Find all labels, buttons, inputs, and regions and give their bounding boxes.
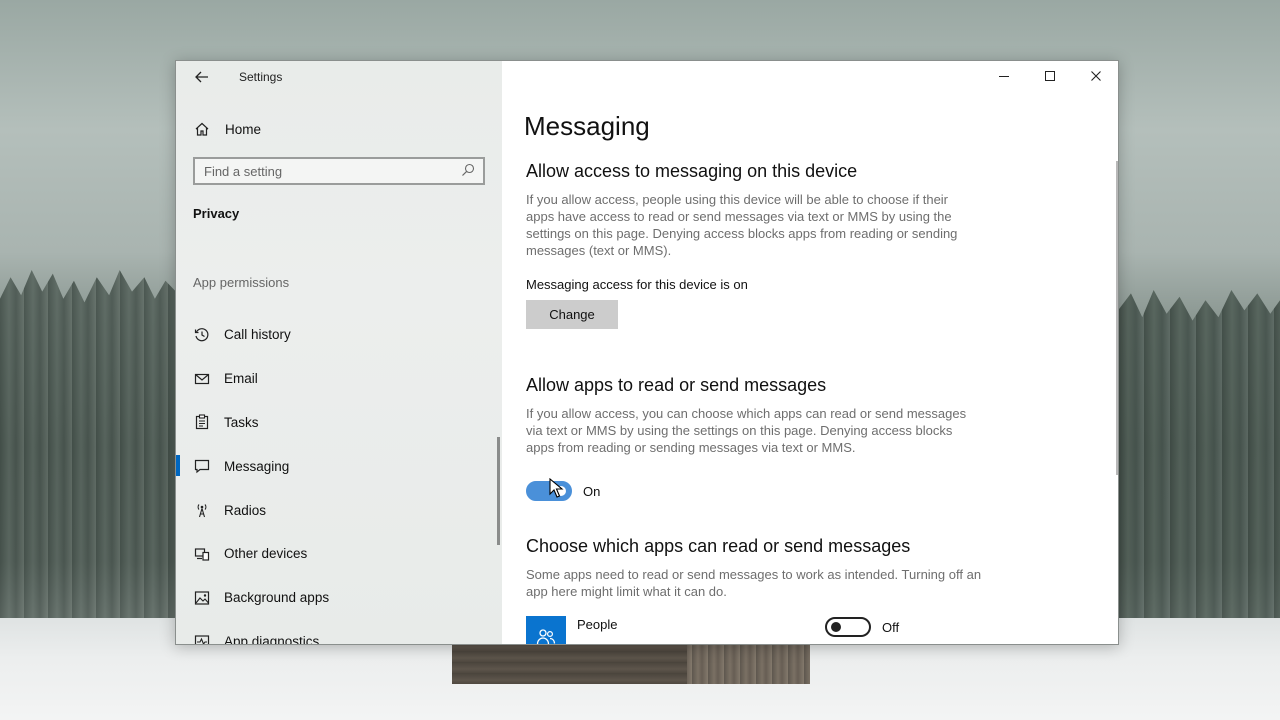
change-button[interactable]: Change (526, 300, 618, 329)
sidebar-item-call-history[interactable]: Call history (176, 313, 502, 357)
arrow-left-icon (195, 71, 208, 83)
page-title: Messaging (524, 111, 650, 141)
apps-access-heading: Allow apps to read or send messages (526, 375, 827, 395)
apps-access-description: If you allow access, you can choose whic… (526, 406, 967, 455)
home-icon (192, 119, 212, 139)
sidebar-scrollbar[interactable] (497, 437, 500, 545)
device-access-heading: Allow access to messaging on this device (526, 161, 858, 181)
search-icon[interactable] (461, 163, 477, 179)
sidebar-item-label: Messaging (224, 458, 290, 474)
sidebar-item-app-diagnostics[interactable]: App diagnostics (176, 620, 502, 645)
sidebar-item-radios[interactable]: Radios (176, 488, 502, 532)
sidebar-item-label: Call history (224, 327, 291, 343)
desktop-cabin-shadow (452, 640, 687, 684)
sidebar-item-label: App diagnostics (224, 633, 320, 645)
sidebar-item-label: Tasks (224, 414, 259, 430)
content-scrollbar[interactable] (1116, 161, 1118, 475)
close-button[interactable] (1073, 61, 1118, 91)
nav-list: Call history Email Tasks Messaging Radio… (176, 313, 502, 645)
device-access-status: Messaging access for this device is on (526, 277, 748, 292)
mouse-cursor-icon (549, 478, 564, 498)
search-box[interactable] (193, 157, 485, 185)
antenna-icon (192, 500, 212, 520)
sidebar: Settings Home Privacy App permissions (176, 61, 502, 644)
content-pane: Messaging Allow access to messaging on t… (502, 61, 1118, 644)
people-app-tile (526, 616, 566, 644)
settings-window: Settings Home Privacy App permissions (175, 60, 1119, 645)
image-icon (192, 588, 212, 608)
group-label: App permissions (193, 275, 290, 290)
choose-apps-heading: Choose which apps can read or send messa… (526, 536, 911, 556)
people-icon (536, 629, 556, 644)
sidebar-item-messaging[interactable]: Messaging (176, 444, 502, 488)
app-title: Settings (239, 70, 283, 84)
sidebar-item-label: Email (224, 371, 258, 387)
clipboard-icon (192, 412, 212, 432)
desktop-forest-left (0, 270, 176, 630)
maximize-button[interactable] (1027, 61, 1073, 91)
diagnostics-icon (192, 631, 212, 644)
history-icon (192, 325, 212, 345)
toggle-knob (831, 622, 841, 632)
choose-apps-description: Some apps need to read or send messages … (526, 567, 982, 599)
sidebar-item-email[interactable]: Email (176, 357, 502, 401)
close-icon (1091, 71, 1101, 81)
mail-icon (192, 369, 212, 389)
sidebar-item-tasks[interactable]: Tasks (176, 401, 502, 445)
people-app-toggle-label: Off (882, 620, 900, 635)
desktop-forest-right (1118, 290, 1280, 630)
minimize-button[interactable] (981, 61, 1027, 91)
chat-icon (192, 456, 212, 476)
sidebar-item-other-devices[interactable]: Other devices (176, 532, 502, 576)
minimize-icon (999, 76, 1009, 77)
maximize-icon (1045, 71, 1055, 81)
apps-access-toggle-label: On (583, 484, 601, 499)
sidebar-item-background-apps[interactable]: Background apps (176, 576, 502, 620)
search-input[interactable] (195, 163, 455, 179)
sidebar-item-label: Background apps (224, 590, 330, 606)
sidebar-item-home[interactable]: Home (192, 119, 261, 139)
sidebar-item-label: Other devices (224, 546, 308, 562)
sidebar-item-label: Home (225, 121, 262, 137)
people-app-name: People (577, 617, 618, 632)
device-access-description: If you allow access, people using this d… (526, 192, 958, 258)
sidebar-item-label: Radios (224, 502, 267, 518)
devices-icon (192, 544, 212, 564)
people-app-toggle[interactable] (825, 617, 871, 637)
section-title: Privacy (193, 206, 240, 221)
back-button[interactable] (190, 65, 214, 89)
